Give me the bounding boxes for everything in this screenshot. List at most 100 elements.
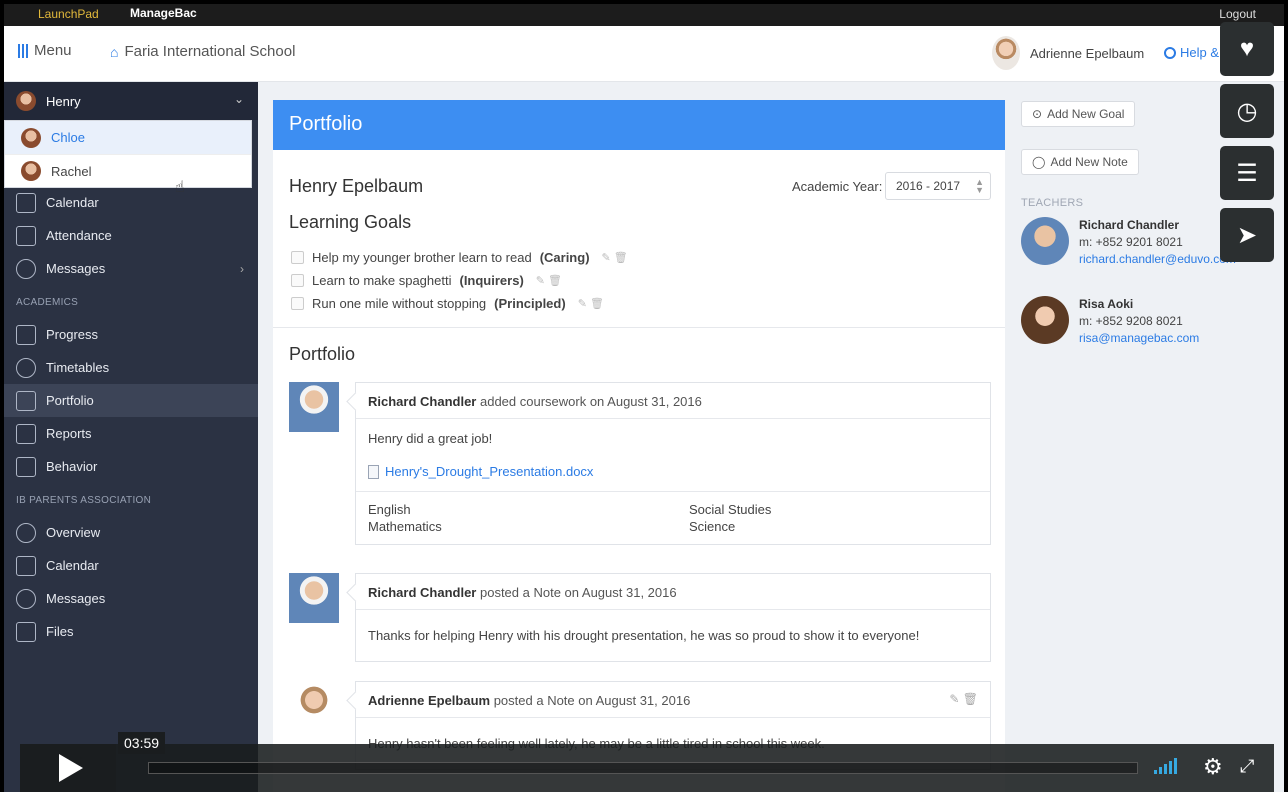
edit-delete-icons[interactable]: ✎ 🗑 xyxy=(578,297,604,310)
app-header: Menu ⌂ Faria International School Adrien… xyxy=(4,26,1284,82)
sidebar-item-timetables[interactable]: Timetables xyxy=(4,351,258,384)
sidebar-item-label: Messages xyxy=(46,591,106,606)
edit-delete-icons[interactable]: ✎ 🗑 xyxy=(536,274,562,287)
user-profile[interactable]: Adrienne Epelbaum xyxy=(992,36,1144,70)
sidebar-item-label: Portfolio xyxy=(46,393,94,408)
child-option-label: Rachel xyxy=(51,163,92,179)
entry-author[interactable]: Adrienne Epelbaum xyxy=(368,693,490,708)
school-name: Faria International School xyxy=(124,43,296,60)
sidebar-item-behavior[interactable]: Behavior xyxy=(4,450,258,483)
entry-header: Richard Chandler added coursework on Aug… xyxy=(356,383,990,419)
teacher-info: Richard Chandler m: +852 9201 8021 richa… xyxy=(1079,217,1236,268)
hand-cursor-icon: ☝ xyxy=(175,179,185,196)
chevron-down-icon: ⌄ xyxy=(233,92,244,106)
subject-list: English Social Studies Mathematics Scien… xyxy=(356,491,990,544)
subject-tag: Mathematics xyxy=(368,519,442,534)
launchpad-link[interactable]: LaunchPad xyxy=(38,7,99,21)
sidebar-item-calendar[interactable]: Calendar xyxy=(4,186,258,219)
portfolio-section-title: Portfolio xyxy=(289,344,356,364)
sidebar-item-association-calendar[interactable]: Calendar xyxy=(4,549,258,582)
entry-author[interactable]: Richard Chandler xyxy=(368,394,476,409)
sidebar-item-attendance[interactable]: Attendance xyxy=(4,219,258,252)
teacher-card: Risa Aoki m: +852 9208 8021 risa@manageb… xyxy=(1021,296,1199,347)
clock-icon xyxy=(16,357,36,378)
watch-later-button[interactable]: ◷ xyxy=(1220,84,1274,138)
academic-year-select[interactable]: 2016 - 2017 ▲ ▼ xyxy=(885,172,991,200)
heart-icon: ♥ xyxy=(1239,35,1255,62)
share-button[interactable]: ➤ xyxy=(1220,208,1274,262)
sidebar-item-label: Progress xyxy=(46,327,99,342)
teacher-card: Richard Chandler m: +852 9201 8021 richa… xyxy=(1021,217,1236,268)
add-goal-label: Add New Goal xyxy=(1047,107,1125,121)
avatar xyxy=(289,573,339,623)
goals-list: Help my younger brother learn to read (C… xyxy=(291,246,628,315)
sidebar-item-label: Reports xyxy=(46,426,92,441)
globe-icon xyxy=(1164,46,1176,59)
document-icon xyxy=(368,464,379,479)
add-new-note-button[interactable]: ◯ Add New Note xyxy=(1021,149,1139,175)
clock-icon: ◷ xyxy=(1236,97,1258,125)
paper-plane-icon: ➤ xyxy=(1236,221,1258,249)
goal-tag: (Principled) xyxy=(494,296,566,311)
avatar xyxy=(289,382,339,432)
like-button[interactable]: ♥ xyxy=(1220,22,1274,76)
progress-track[interactable] xyxy=(148,762,1138,774)
avatar xyxy=(992,36,1020,70)
school-link[interactable]: ⌂ Faria International School xyxy=(110,43,295,60)
entry-header: Richard Chandler posted a Note on August… xyxy=(356,574,990,610)
goal-item: Run one mile without stopping (Principle… xyxy=(291,292,628,315)
sidebar-item-label: Behavior xyxy=(46,459,98,474)
entry-author[interactable]: Richard Chandler xyxy=(368,585,476,600)
goal-tag: (Caring) xyxy=(539,250,590,265)
sidebar-item-reports[interactable]: Reports xyxy=(4,417,258,450)
child-option-rachel[interactable]: Rachel xyxy=(5,154,251,187)
menu-label: Menu xyxy=(34,42,72,59)
collections-button[interactable]: ☰ xyxy=(1220,146,1274,200)
teacher-info: Risa Aoki m: +852 9208 8021 risa@manageb… xyxy=(1079,296,1199,347)
entry-action: posted a Note on August 31, 2016 xyxy=(493,693,691,708)
sidebar-item-files[interactable]: Files xyxy=(4,615,258,648)
sidebar-item-overview[interactable]: Overview xyxy=(4,516,258,549)
sidebar-item-portfolio[interactable]: Portfolio xyxy=(4,384,258,417)
goal-checkbox[interactable] xyxy=(291,251,304,264)
menu-button[interactable]: Menu xyxy=(18,42,72,59)
gear-icon[interactable]: ⚙ xyxy=(1203,754,1223,780)
menu-icon xyxy=(18,43,28,58)
fullscreen-icon[interactable]: ⤢ xyxy=(1240,756,1254,777)
edit-delete-icons[interactable]: ✎ 🗑 xyxy=(949,692,978,706)
section-label-academics: ACADEMICS xyxy=(16,297,79,308)
child-option-chloe[interactable]: Chloe xyxy=(5,121,251,154)
volume-icon[interactable] xyxy=(1154,758,1177,774)
goal-text: Run one mile without stopping xyxy=(312,296,487,311)
time-display: 03:59 xyxy=(118,732,166,754)
goal-item: Help my younger brother learn to read (C… xyxy=(291,246,628,269)
goal-checkbox[interactable] xyxy=(291,274,304,287)
compass-icon xyxy=(16,522,36,543)
add-new-goal-button[interactable]: ⊙ Add New Goal xyxy=(1021,101,1136,127)
user-name: Adrienne Epelbaum xyxy=(1030,45,1145,61)
entry-text: Henry did a great job! xyxy=(368,431,493,446)
play-button[interactable] xyxy=(20,744,116,792)
avatar xyxy=(1021,296,1069,344)
teacher-email[interactable]: richard.chandler@eduvo.com xyxy=(1079,252,1236,266)
teacher-email[interactable]: risa@managebac.com xyxy=(1079,331,1199,345)
sidebar-item-messages[interactable]: Messages › xyxy=(4,252,258,285)
goal-checkbox[interactable] xyxy=(291,297,304,310)
sidebar-item-association-messages[interactable]: Messages xyxy=(4,582,258,615)
teachers-label: TEACHERS xyxy=(1021,197,1084,209)
attachment-link[interactable]: Henry's_Drought_Presentation.docx xyxy=(368,464,978,479)
child-selector[interactable]: Henry ⌄ xyxy=(4,82,258,120)
sidebar-item-progress[interactable]: Progress xyxy=(4,318,258,351)
edit-delete-icons[interactable]: ✎ 🗑 xyxy=(602,251,628,264)
logout-link[interactable]: Logout xyxy=(1219,7,1256,21)
sidebar-item-label: Calendar xyxy=(46,558,99,573)
progress-icon xyxy=(16,324,36,345)
calendar-icon xyxy=(16,192,36,213)
entry-header: Adrienne Epelbaum posted a Note on Augus… xyxy=(356,682,990,718)
video-side-buttons: ♥ ◷ ☰ ➤ xyxy=(1220,22,1274,262)
managebac-link[interactable]: ManageBac xyxy=(130,6,197,20)
entry-body: Thanks for helping Henry with his drough… xyxy=(356,610,990,661)
video-controls: 03:59 ⚙ ⤢ xyxy=(20,732,1274,792)
sidebar-item-label: Overview xyxy=(46,525,101,540)
learning-goals-title: Learning Goals xyxy=(289,212,412,232)
